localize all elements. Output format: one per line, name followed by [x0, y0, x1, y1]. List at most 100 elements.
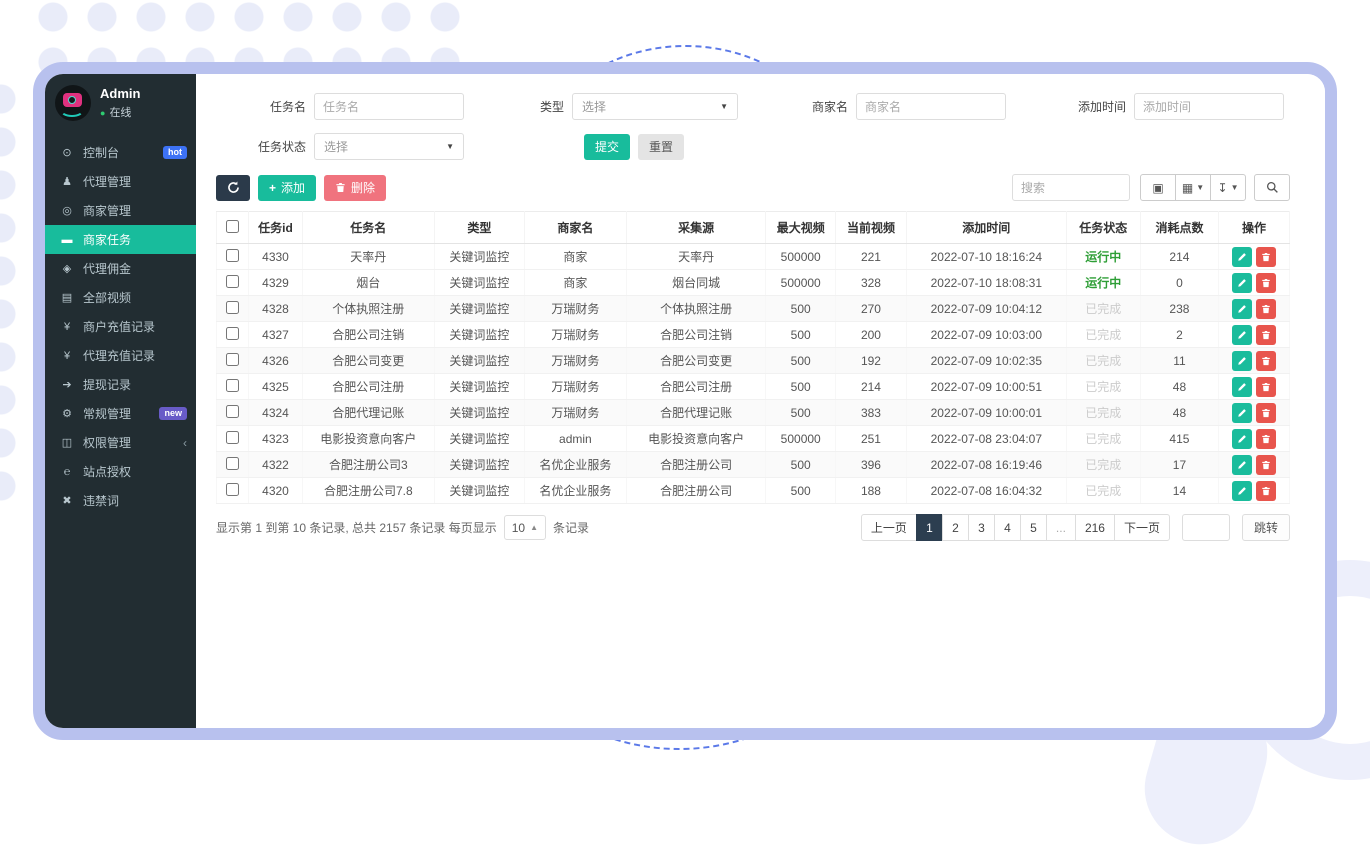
merchant-name-label: 商家名 — [788, 98, 848, 115]
sidebar-item-merchant-recharge[interactable]: ¥商户充值记录 — [45, 312, 196, 341]
row-checkbox[interactable] — [226, 249, 239, 262]
sidebar-item-merchant-management[interactable]: ◎商家管理 — [45, 196, 196, 225]
delete-row-button[interactable] — [1256, 377, 1276, 397]
pencil-icon — [1237, 278, 1247, 288]
sidebar-item-dashboard[interactable]: ⊙控制台hot — [45, 138, 196, 167]
page-button[interactable]: 下一页 — [1114, 514, 1170, 541]
sidebar-item-site-authorization[interactable]: ℮站点授权 — [45, 457, 196, 486]
cell-task-name: 合肥公司变更 — [302, 348, 434, 374]
plus-icon: + — [269, 181, 276, 195]
page-button[interactable]: 4 — [994, 514, 1021, 541]
jump-page-input[interactable] — [1182, 514, 1230, 541]
row-checkbox[interactable] — [226, 327, 239, 340]
row-checkbox[interactable] — [226, 353, 239, 366]
sidebar-item-permission-management[interactable]: ◫权限管理‹ — [45, 428, 196, 457]
cell-max-video: 500000 — [766, 270, 836, 296]
table-row: 4325合肥公司注册关键词监控万瑞财务合肥公司注册5002142022-07-0… — [217, 374, 1290, 400]
cell-task-id: 4330 — [249, 244, 303, 270]
cell-status: 运行中 — [1066, 270, 1140, 296]
row-checkbox[interactable] — [226, 457, 239, 470]
cell-status: 已完成 — [1066, 426, 1140, 452]
cell-type: 关键词监控 — [434, 452, 524, 478]
delete-row-button[interactable] — [1256, 351, 1276, 371]
sidebar-item-merchant-tasks[interactable]: ▬商家任务 — [45, 225, 196, 254]
toggle-view-button[interactable]: ▣ — [1140, 174, 1176, 201]
cell-status: 已完成 — [1066, 478, 1140, 504]
cell-task-id: 4329 — [249, 270, 303, 296]
type-select[interactable]: 选择▼ — [572, 93, 738, 120]
sidebar-item-all-videos[interactable]: ▤全部视频 — [45, 283, 196, 312]
page-button[interactable]: 2 — [942, 514, 969, 541]
cell-max-video: 500000 — [766, 244, 836, 270]
search-input[interactable] — [1012, 174, 1130, 201]
reset-button[interactable]: 重置 — [638, 134, 684, 160]
delete-row-button[interactable] — [1256, 325, 1276, 345]
delete-button[interactable]: 删除 — [324, 175, 386, 201]
sidebar-menu: ⊙控制台hot♟代理管理◎商家管理▬商家任务◈代理佣金▤全部视频¥商户充值记录¥… — [45, 138, 196, 515]
sidebar-item-withdraw-records[interactable]: ➔提现记录 — [45, 370, 196, 399]
add-button[interactable]: +添加 — [258, 175, 316, 201]
delete-row-button[interactable] — [1256, 403, 1276, 423]
row-checkbox[interactable] — [226, 483, 239, 496]
task-name-label: 任务名 — [246, 98, 306, 115]
delete-row-button[interactable] — [1256, 455, 1276, 475]
edit-row-button[interactable] — [1232, 273, 1252, 293]
merchant-name-input[interactable] — [856, 93, 1006, 120]
cell-status: 已完成 — [1066, 400, 1140, 426]
delete-row-button[interactable] — [1256, 429, 1276, 449]
main-content: 任务名 类型 选择▼ 商家名 添加时间 任务状态 — [196, 74, 1325, 728]
trash-icon — [1261, 278, 1271, 288]
delete-row-button[interactable] — [1256, 247, 1276, 267]
row-checkbox[interactable] — [226, 431, 239, 444]
sidebar-item-agent-commission[interactable]: ◈代理佣金 — [45, 254, 196, 283]
table-toolbar: +添加 删除 ▣ ▦▼ ↧▼ — [216, 174, 1290, 201]
sidebar-item-general-management[interactable]: ⚙常规管理new — [45, 399, 196, 428]
sidebar-item-banned-words[interactable]: ✖违禁词 — [45, 486, 196, 515]
delete-row-button[interactable] — [1256, 481, 1276, 501]
cell-add-time: 2022-07-09 10:00:01 — [906, 400, 1066, 426]
table-row: 4323电影投资意向客户关键词监控admin电影投资意向客户5000002512… — [217, 426, 1290, 452]
delete-row-button[interactable] — [1256, 299, 1276, 319]
delete-row-button[interactable] — [1256, 273, 1276, 293]
task-status-label: 任务状态 — [246, 138, 306, 155]
trash-icon — [1261, 486, 1271, 496]
edit-row-button[interactable] — [1232, 403, 1252, 423]
sidebar-item-agent-recharge[interactable]: ¥代理充值记录 — [45, 341, 196, 370]
edit-row-button[interactable] — [1232, 325, 1252, 345]
submit-button[interactable]: 提交 — [584, 134, 630, 160]
jump-button[interactable]: 跳转 — [1242, 514, 1290, 541]
page-button-active[interactable]: 1 — [916, 514, 943, 541]
edit-row-button[interactable] — [1232, 481, 1252, 501]
cell-status: 已完成 — [1066, 322, 1140, 348]
task-status-select[interactable]: 选择▼ — [314, 133, 464, 160]
cell-add-time: 2022-07-09 10:04:12 — [906, 296, 1066, 322]
edit-row-button[interactable] — [1232, 299, 1252, 319]
cell-merchant: 万瑞财务 — [524, 296, 626, 322]
columns-button[interactable]: ▦▼ — [1175, 174, 1211, 201]
edit-row-button[interactable] — [1232, 247, 1252, 267]
page-size-select[interactable]: 10▲ — [504, 515, 546, 540]
refresh-button[interactable] — [216, 175, 250, 201]
cell-task-id: 4327 — [249, 322, 303, 348]
page-button[interactable]: 5 — [1020, 514, 1047, 541]
row-checkbox[interactable] — [226, 405, 239, 418]
edit-row-button[interactable] — [1232, 351, 1252, 371]
edit-row-button[interactable] — [1232, 377, 1252, 397]
cell-current-video: 270 — [836, 296, 907, 322]
sidebar-item-agent-management[interactable]: ♟代理管理 — [45, 167, 196, 196]
export-button[interactable]: ↧▼ — [1210, 174, 1246, 201]
add-time-input[interactable] — [1134, 93, 1284, 120]
edit-row-button[interactable] — [1232, 429, 1252, 449]
row-checkbox[interactable] — [226, 301, 239, 314]
column-header: 类型 — [434, 212, 524, 244]
select-all-checkbox[interactable] — [226, 220, 239, 233]
search-button[interactable] — [1254, 174, 1290, 201]
row-checkbox[interactable] — [226, 275, 239, 288]
row-checkbox[interactable] — [226, 379, 239, 392]
page-button[interactable]: 上一页 — [861, 514, 917, 541]
task-name-input[interactable] — [314, 93, 464, 120]
page-button[interactable]: 216 — [1075, 514, 1115, 541]
column-header: 任务状态 — [1066, 212, 1140, 244]
page-button[interactable]: 3 — [968, 514, 995, 541]
edit-row-button[interactable] — [1232, 455, 1252, 475]
